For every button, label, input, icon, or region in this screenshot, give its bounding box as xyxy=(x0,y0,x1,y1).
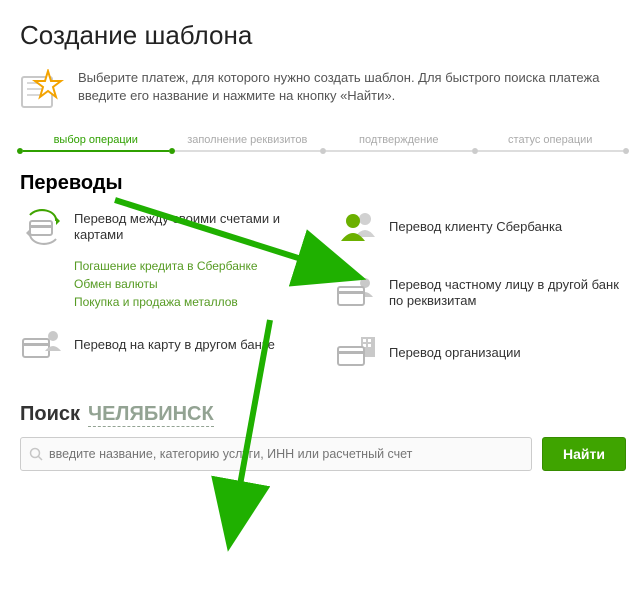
transfers-col-left: Перевод между своими счетами и картами П… xyxy=(20,205,311,375)
info-text: Выберите платеж, для которого нужно созд… xyxy=(78,69,626,104)
sublink-loan[interactable]: Погашение кредита в Сбербанке xyxy=(74,259,311,273)
transfer-label: Перевод на карту в другом банке xyxy=(74,337,275,353)
transfers-col-right: Перевод клиенту Сбербанка Перевод частно… xyxy=(335,205,626,375)
step-confirm: подтверждение xyxy=(323,134,475,152)
page-title: Создание шаблона xyxy=(20,20,626,51)
find-button[interactable]: Найти xyxy=(542,437,626,471)
search-row: Найти xyxy=(20,437,626,471)
card-building-icon xyxy=(335,333,379,373)
search-title-row: Поиск ЧЕЛЯБИНСК xyxy=(20,403,626,427)
step-fill-req: заполнение реквизитов xyxy=(172,134,324,152)
swap-cards-icon xyxy=(20,207,64,247)
star-template-icon xyxy=(20,69,64,114)
search-title: Поиск xyxy=(20,403,80,426)
card-person-grey-icon xyxy=(335,273,379,313)
step-status: статус операции xyxy=(475,134,627,152)
sub-links: Погашение кредита в Сбербанке Обмен валю… xyxy=(74,259,311,309)
sublink-exchange[interactable]: Обмен валюты xyxy=(74,277,311,291)
transfer-card-other-bank[interactable]: Перевод на карту в другом банке xyxy=(20,323,311,367)
info-box: Выберите платеж, для которого нужно созд… xyxy=(20,69,626,114)
transfer-organization[interactable]: Перевод организации xyxy=(335,331,626,375)
transfers-grid: Перевод между своими счетами и картами П… xyxy=(20,205,626,375)
search-input[interactable] xyxy=(49,447,523,461)
transfer-label: Перевод организации xyxy=(389,345,521,361)
transfer-between-own[interactable]: Перевод между своими счетами и картами xyxy=(20,205,311,249)
step-choose-op: выбор операции xyxy=(20,134,172,152)
transfer-label: Перевод клиенту Сбербанка xyxy=(389,219,562,235)
person-green-icon xyxy=(335,207,379,247)
transfer-person-other-bank[interactable]: Перевод частному лицу в другой банк по р… xyxy=(335,271,626,315)
card-person-icon xyxy=(20,325,64,365)
transfer-label: Перевод частному лицу в другой банк по р… xyxy=(389,277,626,310)
transfer-label: Перевод между своими счетами и картами xyxy=(74,211,311,244)
sublink-metals[interactable]: Покупка и продажа металлов xyxy=(74,295,311,309)
search-region[interactable]: ЧЕЛЯБИНСК xyxy=(88,403,214,427)
transfers-heading: Переводы xyxy=(20,172,626,195)
search-icon xyxy=(29,447,43,461)
transfer-sber-client[interactable]: Перевод клиенту Сбербанка xyxy=(335,205,626,249)
stepper: выбор операции заполнение реквизитов под… xyxy=(20,134,626,152)
search-input-wrap[interactable] xyxy=(20,437,532,471)
